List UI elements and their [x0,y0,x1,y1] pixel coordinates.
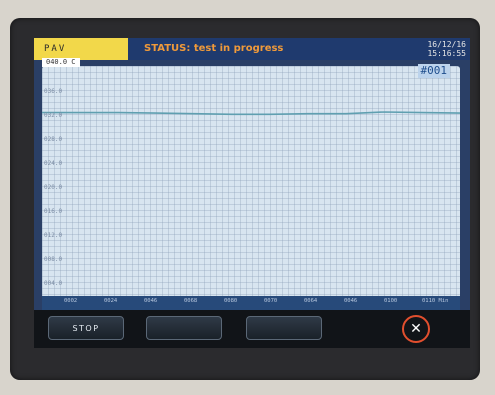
x-tick-label: 0046 [144,298,158,304]
y-tick-label: 012.0 [44,232,63,239]
date-display: 16/12/16 [427,40,466,49]
y-tick-label: 020.0 [44,184,63,191]
x-tick-label: 0002 [64,298,78,304]
y-tick-label: 024.0 [44,160,63,167]
y-tick-label: 028.0 [44,136,63,143]
x-tick-label: 0046 [344,298,358,304]
trace-id-label: #001 [417,64,450,78]
x-tick-label: 0100 [384,298,398,304]
y-tick-label: 016.0 [44,208,63,215]
status-bar: PAV STATUS: test in progress 16/12/16 15… [34,38,470,60]
mode-indicator: PAV [34,38,128,60]
clock: 16/12/16 15:16:55 [396,40,466,58]
x-tick-label: 0070 [264,298,278,304]
x-tick-label: 0068 [184,298,198,304]
y-tick-label: 036.0 [44,88,63,95]
status-text: STATUS: test in progress [144,43,284,54]
y-max-label: 040.0 C [42,58,80,67]
time-display: 15:16:55 [427,49,466,58]
softkey-3-button[interactable] [246,316,322,340]
y-tick-label: 008.0 [44,256,63,263]
x-tick-label: 0110 Min [422,298,449,304]
button-bar: STOP ✕ [34,310,470,348]
screen: PAV STATUS: test in progress 16/12/16 15… [34,38,470,310]
close-icon: ✕ [410,321,422,337]
y-tick-label: 004.0 [44,280,63,287]
line-chart [42,111,460,116]
plot-area [42,66,460,306]
series-line-001 [42,111,460,116]
softkey-2-button[interactable] [146,316,222,340]
close-button[interactable]: ✕ [402,315,430,343]
x-tick-label: 0064 [304,298,318,304]
stop-button[interactable]: STOP [48,316,124,340]
x-tick-label: 0080 [224,298,238,304]
y-tick-label: 032.0 [44,112,63,119]
x-tick-label: 0024 [104,298,118,304]
